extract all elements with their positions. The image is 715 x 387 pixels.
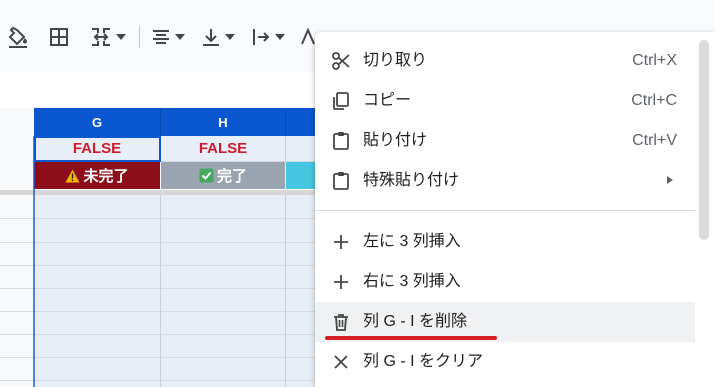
menu-item-label: 列 G - I をクリア <box>363 353 484 370</box>
menu-item-label: 貼り付け <box>363 132 428 149</box>
menu-item-label: 左に 3 列挿入 <box>363 233 461 250</box>
row-header-column <box>0 108 35 387</box>
cell-h-false[interactable]: FALSE <box>161 136 286 162</box>
menu-item-label: コピー <box>363 92 412 109</box>
chevron-down-icon <box>116 34 126 40</box>
copy-icon <box>333 92 349 110</box>
trash-icon <box>334 314 348 331</box>
toolbar-divider <box>139 26 140 48</box>
grid-col-line <box>285 195 286 387</box>
vertical-align-icon <box>203 29 219 46</box>
column-header-h[interactable]: H <box>161 108 286 136</box>
borders-icon <box>50 28 68 46</box>
chevron-down-icon <box>175 34 185 40</box>
menu-item-shortcut: Ctrl+C <box>631 92 677 109</box>
status-badge-complete[interactable]: 完了 <box>161 162 285 189</box>
menu-item-cut[interactable]: 切り取り Ctrl+X <box>315 41 695 81</box>
merge-cells-button[interactable] <box>89 24 126 50</box>
fill-color-button[interactable] <box>6 24 30 50</box>
status-label-complete: 完了 <box>216 168 247 185</box>
chevron-down-icon <box>225 34 235 40</box>
fill-color-icon <box>8 26 27 48</box>
text-rotation-button[interactable] <box>300 24 316 50</box>
context-menu: 切り取り Ctrl+X コピー Ctrl+C 貼り付け Ctrl+V 特殊貼り付… <box>315 32 715 387</box>
status-badge-incomplete[interactable]: 未完了 <box>34 162 160 189</box>
menu-item-paste[interactable]: 貼り付け Ctrl+V <box>315 121 695 161</box>
submenu-arrow-icon <box>667 176 673 184</box>
menu-item-paste-special[interactable]: 特殊貼り付け <box>315 161 695 201</box>
check-box-icon <box>199 168 214 183</box>
highlight-underline <box>325 336 497 340</box>
menu-item-shortcut: Ctrl+V <box>632 132 677 149</box>
menu-item-clear-columns[interactable]: 列 G - I をクリア <box>315 342 695 382</box>
chevron-down-icon <box>275 34 285 40</box>
menu-item-label: 右に 3 列挿入 <box>363 273 461 290</box>
text-wrapping-icon <box>253 29 270 45</box>
warning-icon <box>65 169 80 182</box>
text-wrapping-button[interactable] <box>250 24 285 50</box>
horizontal-align-icon <box>153 30 169 44</box>
borders-button[interactable] <box>48 24 70 50</box>
menu-item-label: 切り取り <box>363 52 428 69</box>
selection-edge <box>33 136 35 387</box>
menu-divider <box>315 210 695 211</box>
vertical-align-button[interactable] <box>200 24 235 50</box>
grid-col-line <box>160 195 161 387</box>
menu-item-label: 特殊貼り付け <box>363 172 460 189</box>
menu-scrollbar[interactable] <box>699 40 709 240</box>
plus-icon <box>334 235 348 249</box>
clipboard-icon <box>333 172 349 190</box>
cell-g-false[interactable]: FALSE <box>34 136 161 162</box>
menu-item-insert-left[interactable]: 左に 3 列挿入 <box>315 222 695 262</box>
status-label-incomplete: 未完了 <box>83 168 129 185</box>
clipboard-icon <box>333 132 349 150</box>
column-header-g[interactable]: G <box>34 108 161 136</box>
selected-range <box>34 195 324 387</box>
plus-icon <box>334 275 348 289</box>
merge-cells-icon <box>92 28 110 46</box>
menu-item-insert-right[interactable]: 右に 3 列挿入 <box>315 262 695 302</box>
text-rotation-icon <box>301 27 315 45</box>
horizontal-align-button[interactable] <box>150 24 185 50</box>
menu-item-shortcut: Ctrl+X <box>632 52 677 69</box>
menu-item-copy[interactable]: コピー Ctrl+C <box>315 81 695 121</box>
close-icon <box>334 355 348 369</box>
scissors-icon <box>332 52 350 70</box>
